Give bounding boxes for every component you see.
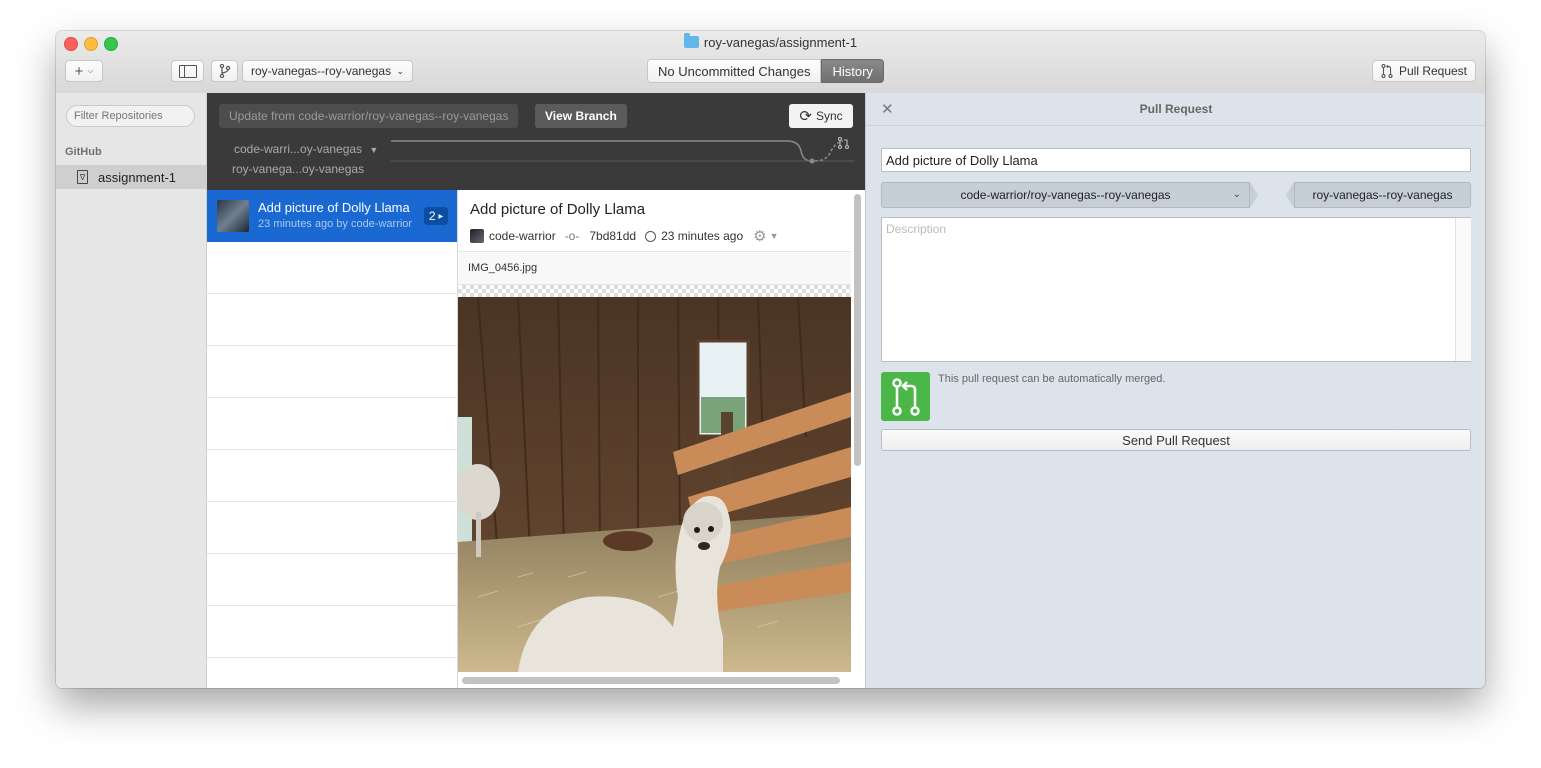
- pull-request-label: Pull Request: [1398, 64, 1468, 78]
- window-title-text: roy-vanegas/assignment-1: [703, 35, 858, 50]
- base-branch-value: code-warrior/roy-vanegas--roy-vanegas: [960, 188, 1171, 202]
- pull-request-title-input[interactable]: [881, 148, 1471, 172]
- pull-request-icon: [1381, 64, 1393, 78]
- title-bar: roy-vanegas/assignment-1 + ⌵ roy-vanegas…: [56, 31, 1485, 94]
- description-scrollbar[interactable]: [1455, 218, 1471, 361]
- repository-sidebar: GitHub ∇ assignment-1: [56, 93, 207, 688]
- list-item: [207, 294, 457, 346]
- history-tab[interactable]: History: [821, 59, 884, 83]
- sidebar-toggle-button[interactable]: [171, 60, 204, 82]
- commit-row-selected[interactable]: Add picture of Dolly Llama 23 minutes ag…: [207, 190, 457, 242]
- branch-icon: [219, 64, 230, 78]
- commit-title: Add picture of Dolly Llama: [258, 200, 410, 215]
- pull-request-title: Pull Request: [1139, 102, 1213, 116]
- file-name: IMG_0456.jpg: [468, 262, 538, 274]
- description-field[interactable]: [881, 217, 1471, 362]
- head-branch-value: roy-vanegas--roy-vanegas: [1312, 188, 1453, 202]
- update-from-branch-button[interactable]: Update from code-warrior/roy-vanegas--ro…: [219, 104, 519, 128]
- list-item: [207, 242, 457, 294]
- file-header[interactable]: IMG_0456.jpg: [458, 251, 851, 285]
- folder-icon: [683, 33, 699, 48]
- list-item: [207, 606, 457, 658]
- current-branch-label: roy-vanega...oy-vanegas: [232, 162, 365, 176]
- commit-meta: code-warrior -o- 7bd81dd 23 minutes ago …: [470, 227, 779, 245]
- commit-icon: -o-: [564, 229, 580, 243]
- commit-detail: Add picture of Dolly Llama code-warrior …: [458, 190, 865, 688]
- mode-switch: No Uncommitted Changes History: [647, 59, 884, 83]
- sidebar-item-assignment-1[interactable]: ∇ assignment-1: [56, 165, 206, 189]
- branch-button[interactable]: [211, 60, 238, 82]
- pull-request-header: ✕ Pull Request: [866, 93, 1485, 126]
- triangle-down-icon: ▼: [769, 231, 779, 241]
- vertical-scrollbar[interactable]: [854, 194, 861, 466]
- commit-file-count-badge[interactable]: 2 ▶: [424, 207, 448, 225]
- base-branch-select[interactable]: code-warrior/roy-vanegas--roy-vanegas ⌄: [881, 182, 1258, 208]
- commit-badge-count: 2: [428, 209, 436, 223]
- list-item: [207, 554, 457, 606]
- llama-photo: [458, 297, 851, 672]
- head-branch-label: roy-vanegas--roy-vanegas: [1286, 182, 1471, 208]
- commit-detail-title: Add picture of Dolly Llama: [470, 201, 646, 218]
- triangle-right-icon: ▶: [438, 213, 444, 220]
- horizontal-scrollbar[interactable]: [462, 677, 840, 684]
- merge-status-icon: [881, 372, 930, 421]
- app-window: roy-vanegas/assignment-1 + ⌵ roy-vanegas…: [56, 31, 1485, 688]
- pull-request-icon: [891, 377, 920, 416]
- uncommitted-changes-tab[interactable]: No Uncommitted Changes: [647, 59, 822, 83]
- avatar: [217, 200, 249, 232]
- merge-status-text: This pull request can be automatically m…: [938, 373, 1166, 385]
- commit-subtitle: 23 minutes ago by code-warrior: [258, 218, 413, 230]
- list-item: [207, 502, 457, 554]
- commit-list: Add picture of Dolly Llama 23 minutes ag…: [207, 190, 458, 688]
- gear-icon[interactable]: ⚙: [753, 227, 766, 245]
- filter-repositories-input[interactable]: [66, 105, 195, 127]
- repo-name: assignment-1: [98, 169, 177, 185]
- sync-button[interactable]: ⟳ Sync: [789, 104, 853, 128]
- branch-select-value: roy-vanegas--roy-vanegas: [251, 64, 392, 78]
- sync-icon: ⟳: [799, 108, 812, 125]
- sync-label: Sync: [815, 109, 843, 123]
- plus-icon: +: [74, 62, 84, 80]
- clock-icon: [645, 230, 657, 242]
- view-branch-button[interactable]: View Branch: [535, 104, 627, 128]
- branch-graph: [391, 137, 855, 164]
- chevron-down-icon: ⌵: [87, 66, 94, 75]
- branch-header: Update from code-warrior/roy-vanegas--ro…: [207, 93, 865, 190]
- list-item: [207, 658, 457, 688]
- commit-time: 23 minutes ago: [661, 229, 744, 243]
- window-title: roy-vanegas/assignment-1: [56, 33, 1485, 50]
- commit-sha[interactable]: 7bd81dd: [589, 229, 636, 243]
- triangle-down-icon: ▼: [369, 145, 379, 155]
- pull-request-button[interactable]: Pull Request: [1372, 60, 1476, 82]
- avatar: [470, 229, 484, 243]
- repo-icon: ∇: [77, 170, 88, 184]
- compare-branch-name: code-warri...oy-vanegas: [234, 142, 363, 156]
- list-item: [207, 398, 457, 450]
- sidebar-section-github: GitHub: [65, 146, 102, 158]
- pull-request-icon: [837, 137, 850, 150]
- add-button[interactable]: + ⌵: [65, 60, 103, 82]
- commit-author[interactable]: code-warrior: [489, 229, 556, 243]
- sidebar-icon: [178, 64, 197, 78]
- transparency-pattern: [458, 285, 851, 297]
- chevron-down-icon: ⌄: [1232, 189, 1241, 200]
- branch-select[interactable]: roy-vanegas--roy-vanegas ⌄: [242, 60, 413, 82]
- compare-branch-label[interactable]: code-warri...oy-vanegas ▼: [234, 142, 378, 156]
- send-pull-request-button[interactable]: Send Pull Request: [881, 429, 1471, 451]
- chevron-down-icon: ⌄: [396, 65, 404, 76]
- pull-request-pane: ✕ Pull Request code-warrior/roy-vanegas-…: [865, 93, 1485, 688]
- list-item: [207, 450, 457, 502]
- list-item: [207, 346, 457, 398]
